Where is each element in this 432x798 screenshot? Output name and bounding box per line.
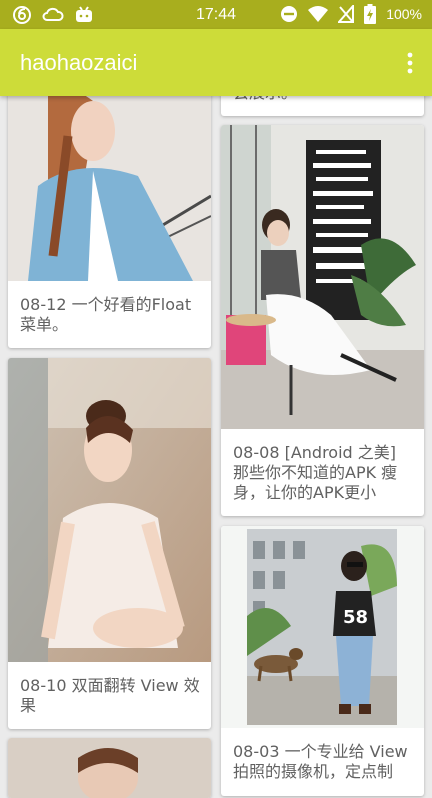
do-not-disturb-icon — [281, 6, 298, 22]
girl-sitting-ballet-photo — [8, 358, 211, 662]
card-caption: 08-08 [Android 之美] 那些你不知道的APK 瘦身，让你的APK更… — [233, 443, 398, 502]
feed-card[interactable] — [8, 738, 211, 798]
svg-text:58: 58 — [343, 607, 368, 628]
card-caption: 08-12 一个好看的Float 菜单。 — [20, 295, 192, 334]
wifi-icon — [308, 6, 329, 22]
feed-card[interactable]: 58 08-03 一个专业给 View 拍照的摄像机，定点制 — [221, 526, 424, 796]
girl-denim-jacket-photo — [8, 76, 211, 281]
status-bar: 17:44 100% — [0, 0, 432, 29]
battery-charging-icon — [364, 4, 377, 24]
battery-percentage: 100% — [386, 6, 422, 22]
girl-street-dog-photo: 58 — [221, 526, 424, 728]
app-title: haohaozaici — [20, 50, 138, 75]
system-icons: 100% — [280, 4, 422, 24]
feed-card[interactable]: 08-10 双面翻转 View 效果 — [8, 358, 211, 729]
more-vert-icon[interactable] — [406, 52, 414, 74]
feed-card[interactable]: 08-08 [Android 之美] 那些你不知道的APK 瘦身，让你的APK更… — [221, 125, 424, 516]
card-caption: 08-03 一个专业给 View 拍照的摄像机，定点制 — [233, 742, 408, 781]
girl-station-sign-photo — [221, 125, 424, 429]
card-caption: 08-10 双面翻转 View 效果 — [20, 676, 200, 715]
feed-card[interactable]: 08-12 一个好看的Float 菜单。 — [8, 76, 211, 348]
portrait-photo — [8, 738, 211, 798]
no-sim-icon — [338, 5, 355, 23]
app-bar: haohaozaici — [0, 29, 432, 96]
